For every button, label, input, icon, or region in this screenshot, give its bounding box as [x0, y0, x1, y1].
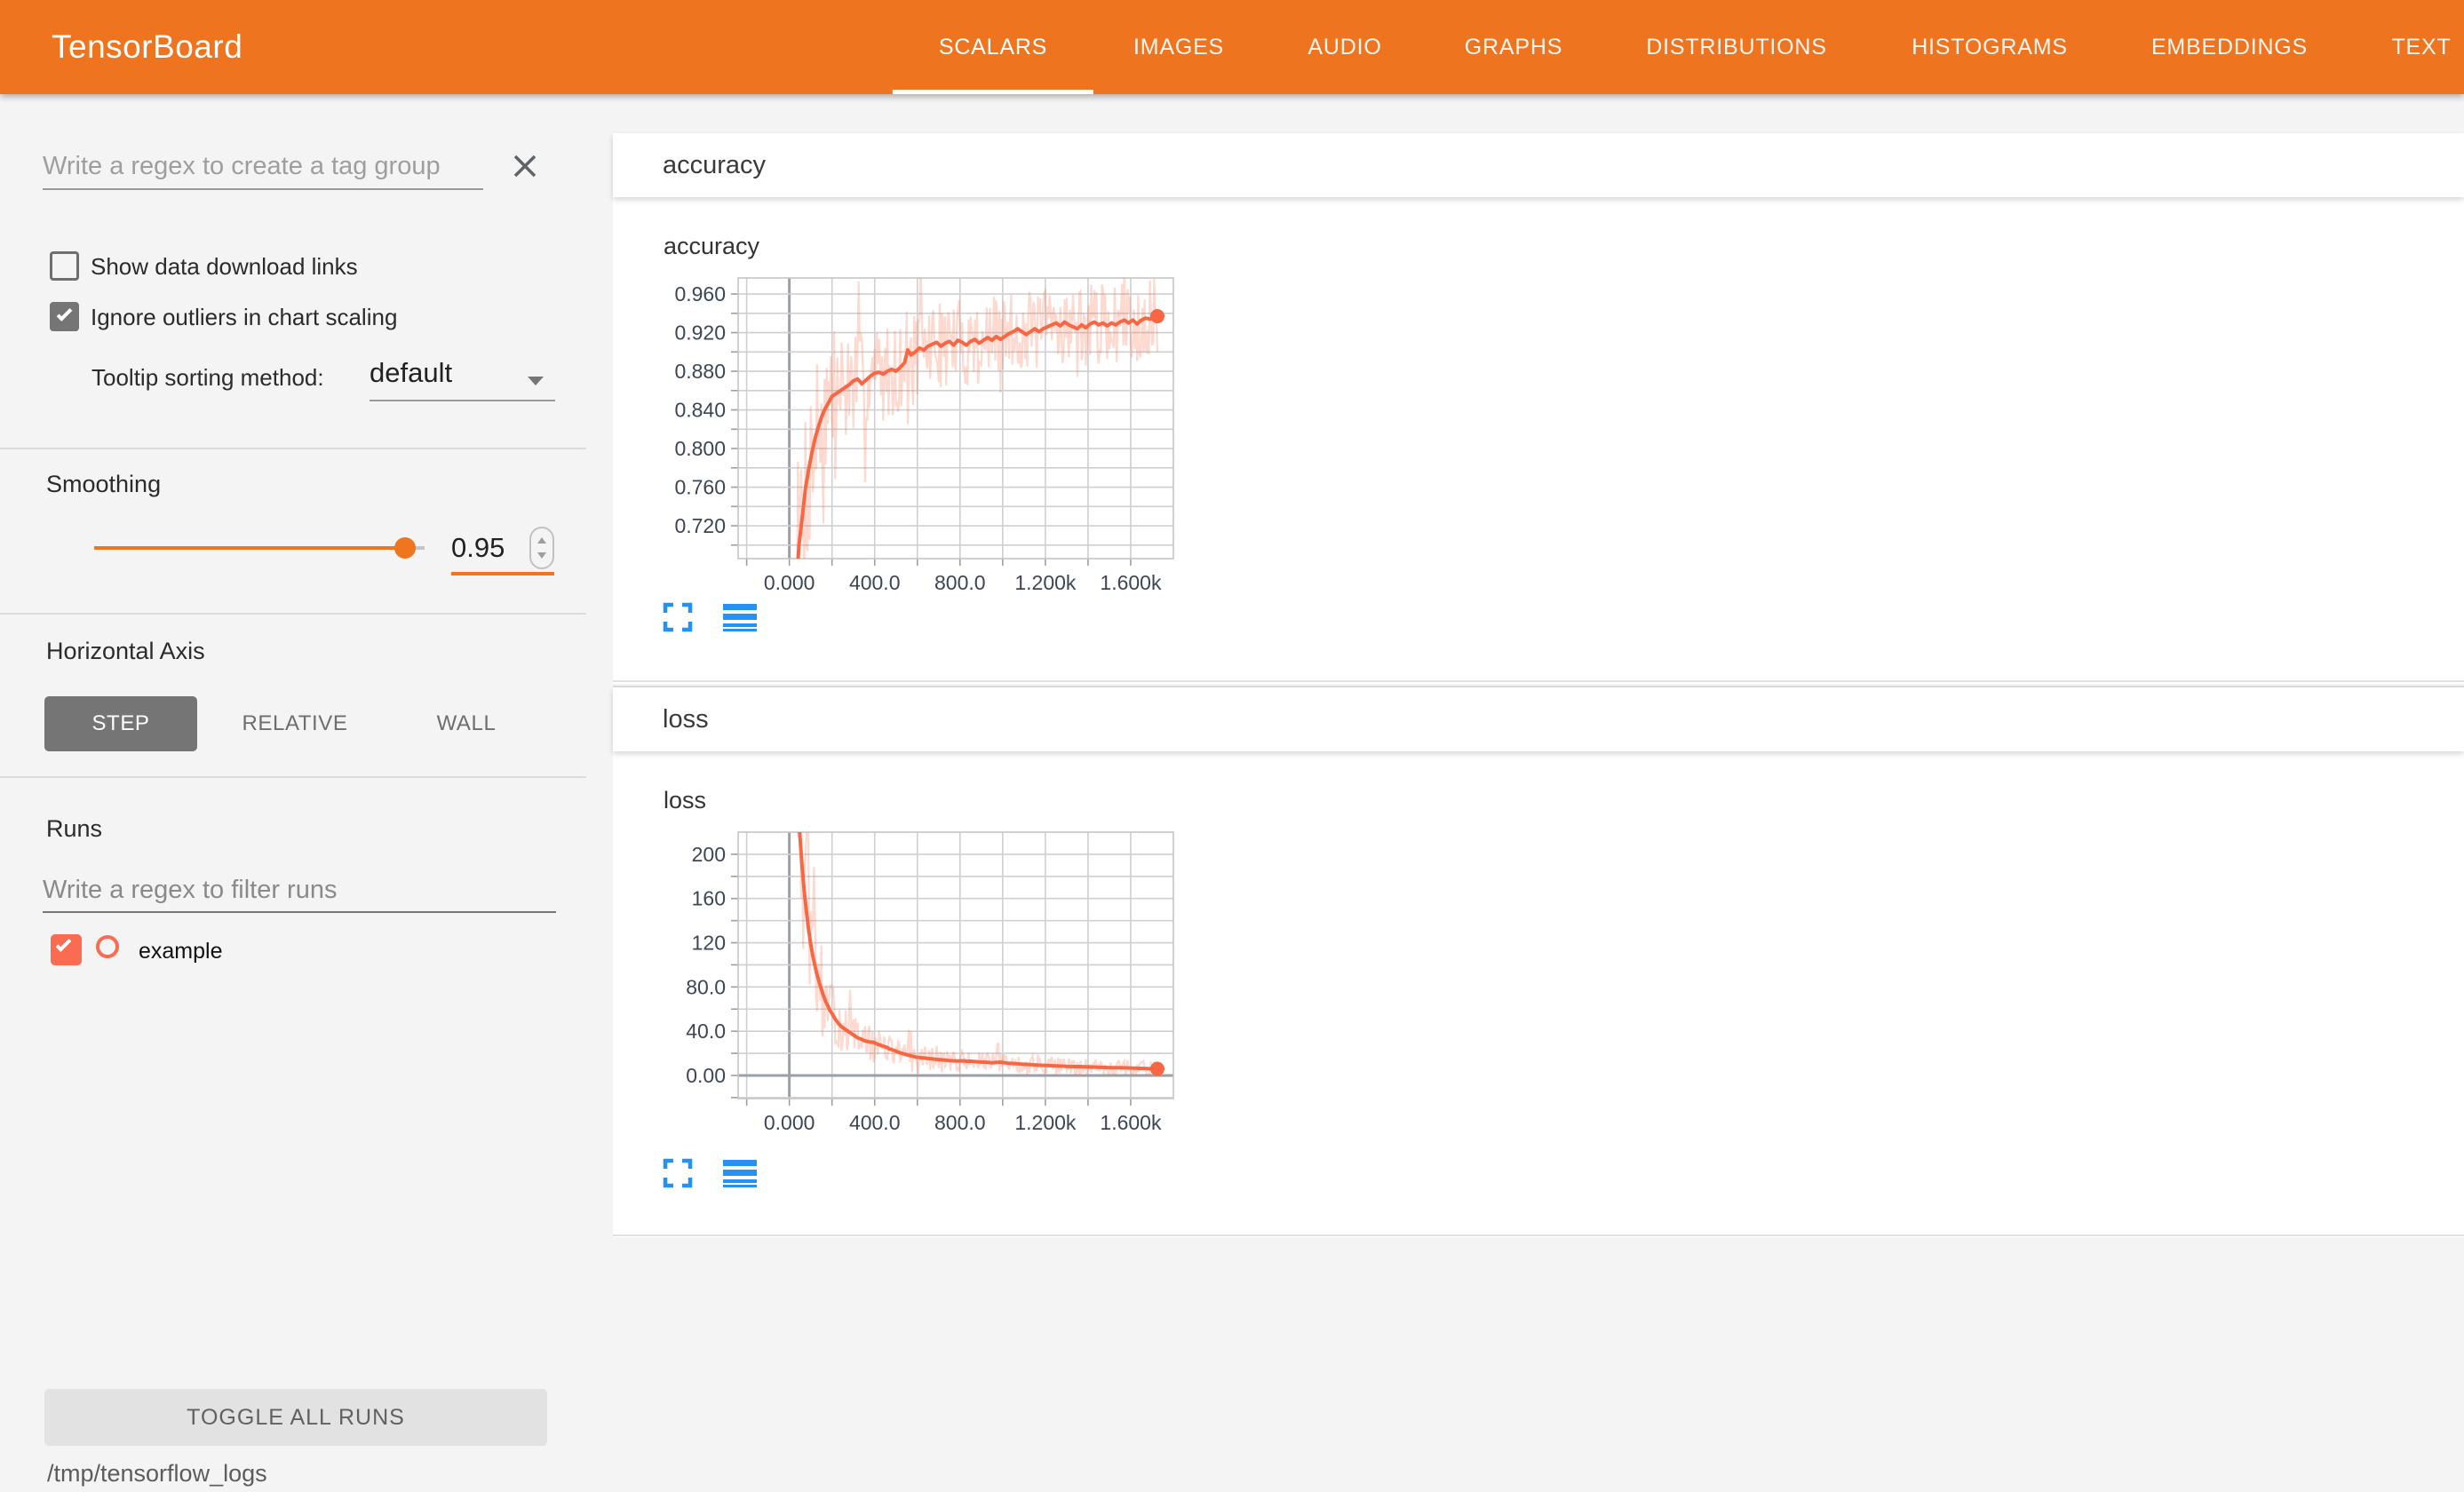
horizontal-axis-label: Horizontal Axis — [46, 638, 205, 665]
tab-images[interactable]: IMAGES — [1133, 0, 1224, 94]
toggle-all-runs-button[interactable]: TOGGLE ALL RUNS — [44, 1389, 547, 1446]
chevron-down-icon[interactable] — [528, 377, 544, 385]
divider — [0, 613, 586, 615]
accuracy-pane: accuracy accuracy 0.000 400.0 800.0 1.200k 1… — [613, 133, 2464, 684]
runs-label: Runs — [46, 815, 102, 843]
checkbox-label: Ignore outliers in chart scaling — [91, 303, 397, 332]
pane-title: loss — [663, 687, 709, 751]
svg-text:40.0: 40.0 — [686, 1020, 726, 1043]
svg-text:0.880: 0.880 — [674, 360, 726, 383]
select-underline — [370, 400, 555, 401]
smoothing-stepper[interactable] — [529, 527, 554, 569]
stepper-up-icon[interactable] — [537, 537, 546, 544]
check-icon — [57, 306, 73, 321]
tooltip-sorting-label: Tooltip sorting method: — [91, 364, 324, 392]
svg-text:0.840: 0.840 — [674, 399, 726, 422]
svg-text:80.0: 80.0 — [686, 975, 726, 998]
svg-text:0.960: 0.960 — [674, 282, 726, 306]
axis-relative-button[interactable]: RELATIVE — [224, 696, 366, 751]
expand-chart-icon[interactable] — [663, 1158, 693, 1193]
svg-text:1.200k: 1.200k — [1014, 1111, 1077, 1134]
loss-pane-content: loss 0.000 400.0 800.0 1.200k 1.600k 0.00 40.0… — [613, 751, 2464, 1236]
svg-text:400.0: 400.0 — [849, 1111, 901, 1134]
tab-graphs[interactable]: GRAPHS — [1465, 0, 1562, 94]
nav-tabs: SCALARS IMAGES AUDIO GRAPHS DISTRIBUTIONS HIS… — [0, 0, 2464, 94]
slider-knob[interactable] — [394, 537, 416, 559]
loss-pane-header[interactable]: loss — [613, 687, 2464, 751]
expand-chart-icon[interactable] — [663, 602, 693, 637]
runs-selector-icon[interactable] — [723, 1158, 757, 1193]
run-checkbox[interactable] — [51, 934, 82, 965]
tab-scalars[interactable]: SCALARS — [939, 0, 1047, 94]
smoothing-label: Smoothing — [46, 471, 161, 498]
svg-text:1.600k: 1.600k — [1100, 1111, 1162, 1134]
svg-text:200: 200 — [692, 843, 726, 866]
run-color-circle-icon[interactable] — [96, 935, 119, 958]
show-download-links-checkbox[interactable] — [50, 251, 79, 281]
smoothing-underline — [451, 572, 554, 575]
slider-fill — [94, 546, 404, 550]
svg-text:0.00: 0.00 — [686, 1064, 726, 1087]
divider — [0, 448, 586, 449]
svg-text:1.600k: 1.600k — [1100, 571, 1162, 594]
sidebar: Show data download links Ignore outliers… — [0, 94, 613, 1492]
svg-text:1.200k: 1.200k — [1014, 571, 1077, 594]
axis-step-button[interactable]: STEP — [44, 696, 197, 751]
svg-text:0.760: 0.760 — [674, 476, 726, 499]
pane-title: accuracy — [663, 133, 766, 197]
tab-text[interactable]: TEXT — [2391, 0, 2451, 94]
loss-chart[interactable]: 0.000 400.0 800.0 1.200k 1.600k 0.00 40.0 80.0 1… — [613, 827, 1213, 1149]
svg-text:120: 120 — [692, 932, 726, 955]
divider — [0, 776, 586, 778]
accuracy-pane-header[interactable]: accuracy — [613, 133, 2464, 197]
chart-title: accuracy — [664, 233, 759, 260]
tab-audio[interactable]: AUDIO — [1308, 0, 1381, 94]
runs-selector-icon[interactable] — [723, 602, 757, 637]
tag-filter-input[interactable] — [43, 144, 483, 190]
log-directory-path: /tmp/tensorflow_logs — [47, 1460, 267, 1488]
runs-filter-input[interactable] — [43, 869, 556, 913]
svg-text:800.0: 800.0 — [934, 1111, 986, 1134]
app-header: TensorBoard SCALARSIMAGESAUDIOGRAPHSDIST… — [0, 0, 2464, 94]
svg-text:0.000: 0.000 — [764, 1111, 815, 1134]
tab-histograms[interactable]: HISTOGRAMS — [1912, 0, 2068, 94]
checkbox-label: Show data download links — [91, 252, 358, 282]
loss-pane: loss loss 0.000400.0800.01.200k1.600k0.0… — [613, 686, 2464, 1237]
svg-text:800.0: 800.0 — [934, 571, 986, 594]
tab-distributions[interactable]: DISTRIBUTIONS — [1646, 0, 1826, 94]
svg-text:0.720: 0.720 — [674, 514, 726, 537]
accuracy-chart[interactable]: 0.000 400.0 800.0 1.200k 1.600k 0.720 0.760 0.8… — [613, 273, 1213, 609]
run-name: example — [139, 937, 223, 966]
close-icon[interactable] — [508, 149, 542, 183]
svg-text:400.0: 400.0 — [849, 571, 901, 594]
smoothing-value-input[interactable] — [451, 528, 522, 567]
svg-text:0.920: 0.920 — [674, 321, 726, 345]
svg-text:0.000: 0.000 — [764, 571, 815, 594]
chart-title: loss — [664, 787, 706, 814]
tab-embeddings[interactable]: EMBEDDINGS — [2151, 0, 2308, 94]
svg-text:0.800: 0.800 — [674, 437, 726, 460]
stepper-down-icon[interactable] — [537, 552, 546, 559]
check-icon — [56, 936, 72, 952]
ignore-outliers-checkbox[interactable] — [50, 302, 79, 331]
smoothing-slider[interactable] — [94, 546, 425, 550]
svg-text:160: 160 — [692, 887, 726, 910]
tooltip-sorting-select[interactable]: default — [370, 357, 452, 389]
main-content: accuracy accuracy 0.000 400.0 800.0 1.200k 1… — [613, 94, 2464, 1492]
axis-wall-button[interactable]: WALL — [409, 696, 524, 751]
accuracy-pane-content: accuracy 0.000 400.0 800.0 1.200k 1.600k 0.72… — [613, 197, 2464, 682]
